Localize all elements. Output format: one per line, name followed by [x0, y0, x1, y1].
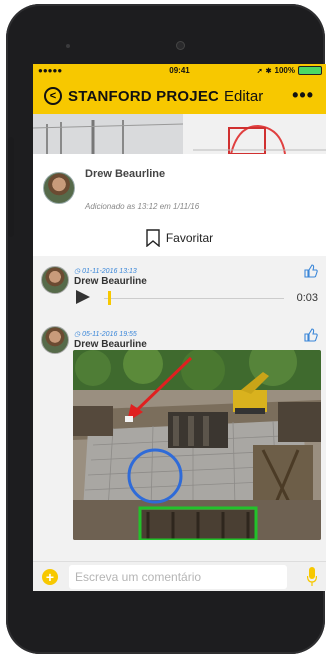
phone-frame: ●●●●● 09:41 ➚ ✱ 100% < STANFORD PROJEC E…: [6, 4, 326, 654]
author-name: Drew Beaurline: [85, 168, 166, 180]
bluetooth-icon: ✱: [265, 67, 272, 75]
favorite-button[interactable]: Favoritar: [33, 220, 326, 257]
bookmark-icon: [146, 229, 160, 247]
like-icon[interactable]: [304, 264, 318, 278]
status-bar: ●●●●● 09:41 ➚ ✱ 100%: [33, 64, 326, 78]
comment-date-text: 01-11-2016 13:13: [82, 268, 137, 275]
comment-composer: +: [33, 561, 326, 591]
comment-date: ◷ 05-11-2016 19:55: [74, 330, 137, 338]
back-icon[interactable]: <: [44, 87, 62, 105]
front-camera: [176, 41, 185, 50]
edit-button[interactable]: Editar: [224, 88, 263, 105]
sensor-dot: [66, 44, 70, 48]
battery-icon: [298, 66, 322, 75]
comment-input[interactable]: [69, 565, 287, 589]
status-right: ➚ ✱ 100%: [257, 66, 322, 75]
microphone-icon[interactable]: [307, 567, 317, 587]
comment-author: Drew Beaurline: [74, 339, 147, 350]
location-icon: ➚: [256, 67, 263, 75]
comment-avatar[interactable]: [41, 326, 69, 354]
comments-list[interactable]: ◷ 01-11-2016 13:13 Drew Beaurline 0:03 ◷: [33, 256, 326, 561]
construction-site-image: [73, 350, 321, 540]
clock-icon: ◷: [74, 268, 81, 275]
side-button: [8, 137, 14, 237]
comment-photo[interactable]: [73, 350, 321, 540]
audio-duration: 0:03: [296, 292, 318, 304]
add-attachment-icon[interactable]: +: [42, 569, 58, 585]
audio-scrubber[interactable]: [108, 291, 111, 305]
comment-date: ◷ 01-11-2016 13:13: [74, 267, 137, 275]
page-title: STANFORD PROJEC: [68, 87, 218, 105]
favorite-label: Favoritar: [165, 231, 214, 245]
post-photo[interactable]: [33, 114, 326, 154]
play-icon[interactable]: [76, 290, 90, 304]
comment-date-text: 05-11-2016 19:55: [82, 331, 137, 338]
post-meta: Adicionado as 13:12 em 1/11/16: [85, 202, 200, 211]
more-options-icon[interactable]: •••: [292, 85, 314, 106]
clock-icon: ◷: [74, 331, 81, 338]
post-photo-image: [33, 114, 326, 154]
comment-avatar[interactable]: [41, 266, 69, 294]
audio-player: 0:03: [76, 288, 322, 308]
screen: ●●●●● 09:41 ➚ ✱ 100% < STANFORD PROJEC E…: [33, 64, 326, 591]
post-author-block: Drew Beaurline Adicionado as 13:12 em 1/…: [33, 154, 326, 221]
audio-track[interactable]: [104, 298, 284, 299]
nav-header: < STANFORD PROJEC Editar •••: [33, 78, 326, 114]
comment-author: Drew Beaurline: [74, 276, 147, 287]
battery-percent: 100%: [274, 66, 295, 75]
like-icon[interactable]: [304, 328, 318, 342]
author-avatar[interactable]: [43, 172, 75, 204]
